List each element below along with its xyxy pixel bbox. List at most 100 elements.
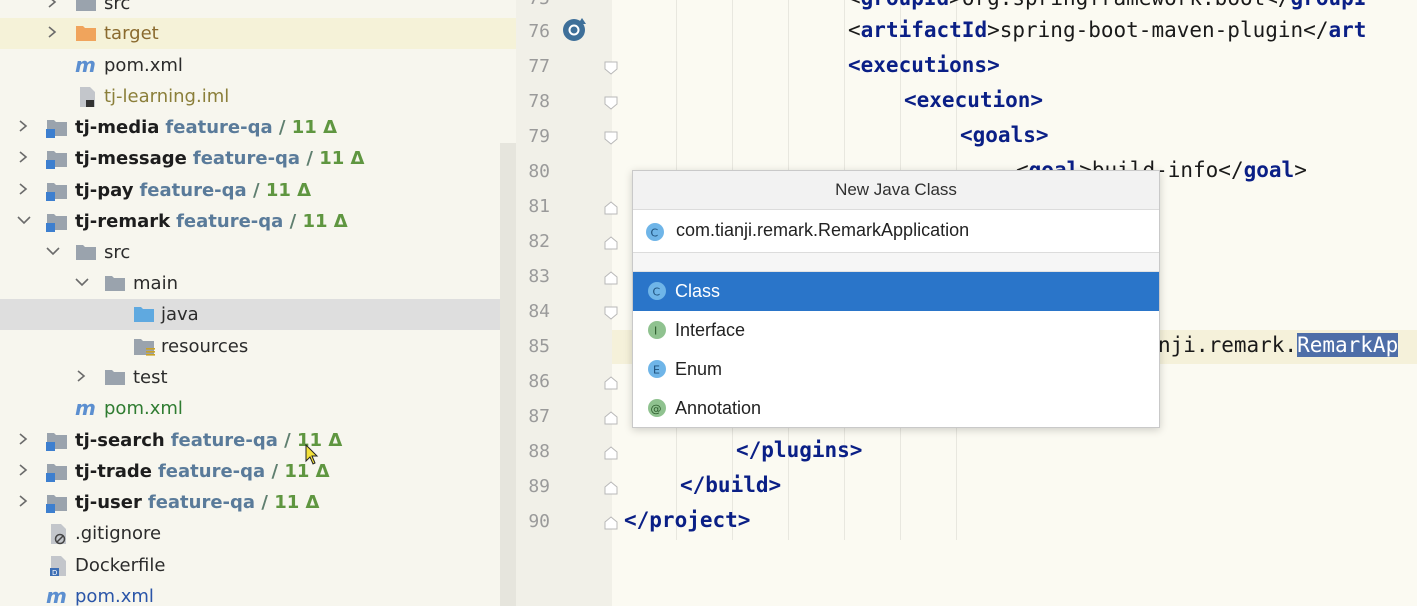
svg-text:C: C: [651, 227, 659, 240]
class-icon: C: [647, 281, 667, 306]
line-number: 79: [528, 126, 550, 147]
branch-separator: /: [289, 211, 297, 232]
chevron-right-icon[interactable]: [75, 368, 87, 384]
project-tree: src target m pom.xml tj-learning.iml tj-…: [0, 0, 516, 606]
tree-scrollbar[interactable]: [500, 143, 516, 606]
chevron-right-icon[interactable]: [17, 181, 29, 197]
line-number: 80: [528, 161, 550, 182]
branch-separator: /: [306, 148, 313, 169]
chevron-right-icon[interactable]: [17, 431, 29, 447]
tree-item-src-top[interactable]: src: [0, 0, 500, 19]
xml-tag: art: [1328, 18, 1367, 42]
tree-item-test[interactable]: test: [0, 362, 500, 393]
option-annotation[interactable]: @ Annotation: [633, 389, 1159, 428]
tree-item-target[interactable]: target: [0, 18, 516, 49]
module-folder-icon: [46, 461, 68, 482]
fold-end-marker-icon[interactable]: [604, 235, 618, 250]
folder-icon: [75, 0, 97, 13]
fold-marker-icon[interactable]: [604, 305, 618, 320]
module-name: tj-trade: [75, 461, 152, 482]
class-name-value[interactable]: com.tianji.remark.RemarkApplication: [676, 220, 969, 241]
branch-name: feature-qa: [170, 430, 278, 451]
line-number: 85: [528, 336, 550, 357]
change-count: 11 Δ: [302, 211, 348, 232]
tree-item-java[interactable]: java: [0, 299, 516, 330]
class-name-input[interactable]: C com.tianji.remark.RemarkApplication: [633, 210, 1159, 253]
fold-marker-icon[interactable]: [604, 95, 618, 110]
code-text: nji.remark.: [1158, 333, 1298, 357]
tree-item-module-pom[interactable]: m pom.xml: [0, 393, 500, 424]
branch-separator: /: [261, 492, 268, 513]
git-branch-info: feature-qa / 11 Δ: [176, 211, 348, 232]
tree-item-label: main: [133, 273, 178, 294]
dialog-title: New Java Class: [633, 171, 1159, 210]
svg-text:D: D: [52, 569, 57, 577]
chevron-down-icon[interactable]: [74, 274, 89, 290]
fold-end-marker-icon[interactable]: [604, 445, 618, 460]
git-branch-info: feature-qa / 11 Δ: [158, 461, 330, 482]
tree-item-tj-remark[interactable]: tj-remark feature-qa / 11 Δ: [0, 206, 500, 237]
code-text: >spring-boot-maven-plugin</: [987, 18, 1329, 42]
svg-text:@: @: [651, 403, 662, 416]
tree-item-src[interactable]: src: [0, 237, 500, 268]
fold-end-marker-icon[interactable]: [604, 410, 618, 425]
tree-item-main[interactable]: main: [0, 268, 500, 299]
branch-separator: /: [278, 117, 286, 138]
module-folder-icon: [46, 117, 68, 138]
line-number: 75: [516, 0, 550, 9]
fold-end-marker-icon[interactable]: [604, 375, 618, 390]
tree-item-tj-media[interactable]: tj-media feature-qa / 11 Δ: [0, 112, 500, 143]
svg-text:m: m: [75, 398, 96, 418]
chevron-right-icon[interactable]: [17, 149, 29, 165]
module-folder-icon: [46, 148, 68, 169]
tree-item-tj-trade[interactable]: tj-trade feature-qa / 11 Δ: [0, 456, 500, 487]
chevron-right-icon[interactable]: [46, 24, 58, 40]
module-folder-icon: [46, 180, 68, 201]
file-icon: [76, 86, 98, 107]
tree-item-tj-pay[interactable]: tj-pay feature-qa / 11 Δ: [0, 175, 500, 206]
chevron-down-icon[interactable]: [45, 243, 60, 259]
chevron-right-icon[interactable]: [17, 462, 29, 478]
tree-item-tj-user[interactable]: tj-user feature-qa / 11 Δ: [0, 487, 500, 518]
svg-text:m: m: [46, 586, 67, 606]
tree-item-label: pom.xml: [104, 55, 183, 76]
option-label: Annotation: [675, 398, 762, 418]
branch-separator: /: [252, 180, 260, 201]
tree-item-iml[interactable]: tj-learning.iml: [0, 81, 500, 112]
tree-item-label: java: [161, 304, 199, 325]
change-count: 11 Δ: [291, 117, 338, 138]
code-line-88: </plugins>: [736, 438, 863, 462]
resources-folder-icon: [133, 336, 155, 356]
option-enum[interactable]: E Enum: [633, 350, 1159, 389]
line-number: 76: [528, 21, 550, 42]
run-gutter-icon[interactable]: [562, 16, 588, 46]
folder-icon: [75, 242, 97, 262]
fold-end-marker-icon[interactable]: [604, 515, 618, 530]
chevron-right-icon[interactable]: [17, 118, 29, 134]
fold-end-marker-icon[interactable]: [604, 480, 618, 495]
chevron-down-icon[interactable]: [16, 212, 31, 228]
tree-item-tj-message[interactable]: tj-message feature-qa / 11 Δ: [0, 143, 500, 174]
option-label: Enum: [675, 359, 723, 379]
maven-icon: m: [46, 584, 68, 606]
tree-item-root-pom[interactable]: m pom.xml: [0, 581, 500, 606]
svg-text:E: E: [653, 364, 660, 377]
branch-name: feature-qa: [165, 117, 273, 138]
option-class[interactable]: C Class: [633, 272, 1159, 311]
fold-marker-icon[interactable]: [604, 130, 618, 145]
tree-item-resources[interactable]: resources: [0, 331, 500, 362]
tree-item-dockerfile[interactable]: D Dockerfile: [0, 550, 500, 581]
tree-item-tj-search[interactable]: tj-search feature-qa / 11 Δ: [0, 425, 500, 456]
chevron-right-icon[interactable]: [46, 0, 58, 10]
chevron-right-icon[interactable]: [17, 493, 29, 509]
fold-end-marker-icon[interactable]: [604, 200, 618, 215]
fold-end-marker-icon[interactable]: [604, 270, 618, 285]
tree-item-gitignore[interactable]: .gitignore: [0, 518, 500, 549]
interface-icon: I: [647, 320, 667, 345]
code-line-78: <execution>: [904, 88, 1044, 112]
tree-item-pom[interactable]: m pom.xml: [0, 50, 500, 81]
svg-text:m: m: [75, 55, 96, 75]
fold-marker-icon[interactable]: [604, 60, 618, 75]
option-interface[interactable]: I Interface: [633, 311, 1159, 350]
branch-name: feature-qa: [157, 461, 266, 482]
